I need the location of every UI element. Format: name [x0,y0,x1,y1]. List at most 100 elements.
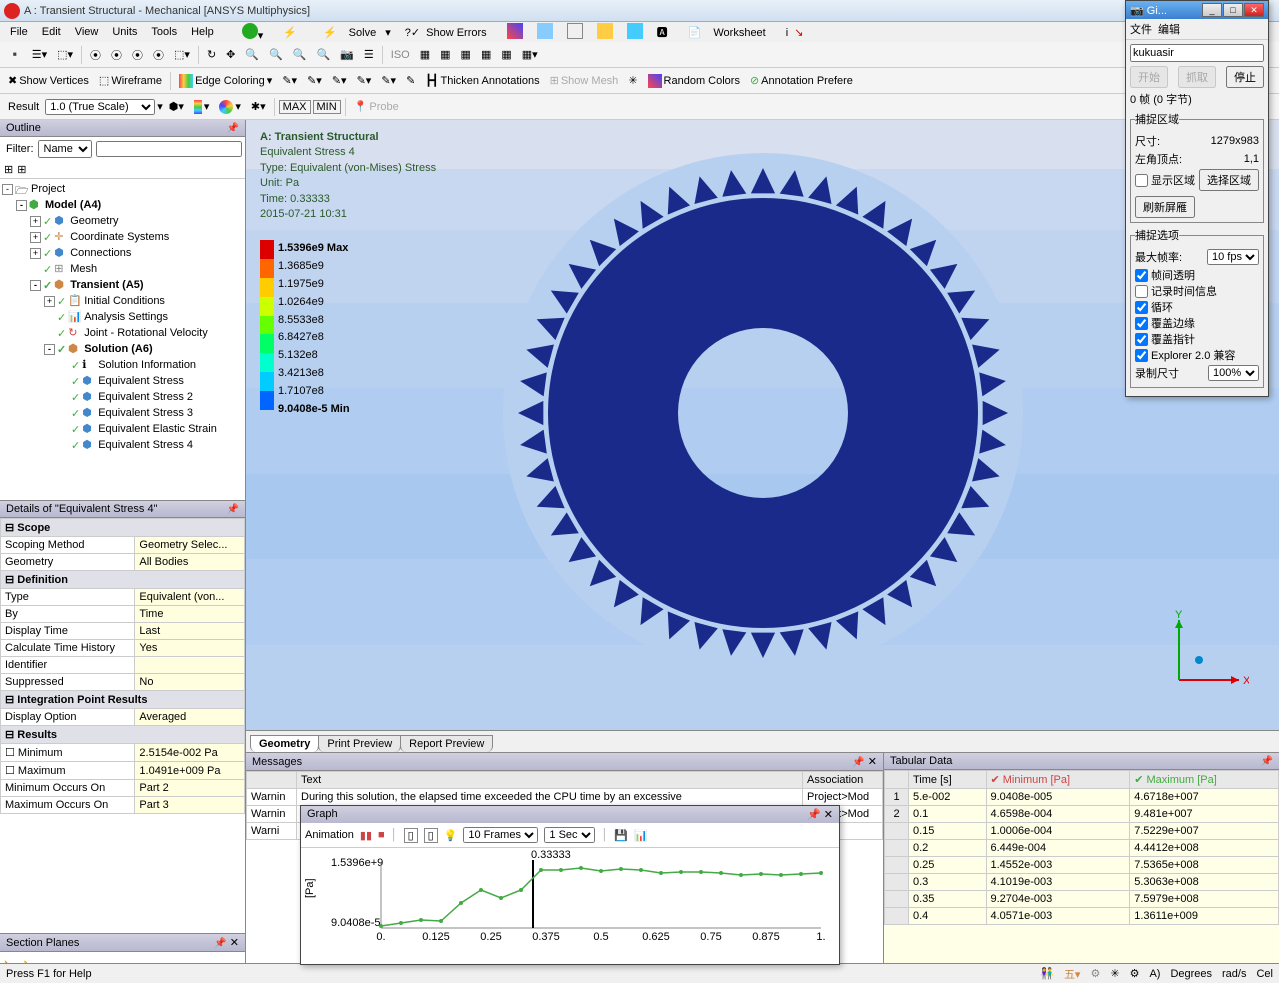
bulb-icon[interactable]: 💡 [444,829,458,842]
sel-body[interactable]: ⦿ [149,45,168,65]
sel-region-button[interactable]: 选择区域 [1199,169,1259,191]
tb-icon-5[interactable] [621,21,649,44]
ec3[interactable]: ✎▾ [328,72,351,89]
zoom[interactable]: 🔍 [241,46,263,63]
outline-tree[interactable]: -🗁Project -⬢Model (A4) +✓⬢Geometry +✓✛Co… [0,179,245,500]
tree-btn-2[interactable]: ⊞ [17,163,26,176]
iso-view[interactable]: ISO [387,47,414,63]
chart-btn[interactable]: 📊 [634,829,648,842]
show-errors-button[interactable]: ?✓Show Errors [399,24,499,41]
ec5[interactable]: ✎▾ [377,72,400,89]
ec4[interactable]: ✎▾ [353,72,376,89]
zoom-fit[interactable]: 🔍 [289,46,311,63]
frames-select[interactable]: 10 Frames [463,827,538,843]
bolt-button[interactable]: ⚡ [271,24,309,41]
close-icon[interactable]: ✕ [868,756,877,768]
filter-select[interactable]: Name [38,140,92,158]
menu-edit[interactable]: Edit [36,24,67,40]
random-colors[interactable]: Random Colors [644,72,744,90]
tb-icon-2[interactable] [531,21,559,44]
ptr-check[interactable] [1135,333,1148,346]
info-button[interactable]: i↘ [780,24,816,41]
iso-7[interactable]: ▦▾ [518,46,542,63]
close-button[interactable]: ✕ [1244,3,1264,17]
edges-dd[interactable]: ▾ [215,98,245,116]
close-icon[interactable]: ✕ [230,937,239,949]
sel-1[interactable]: ▪️ [4,46,26,63]
iso-3[interactable]: ▦ [436,46,454,63]
rectime-check[interactable] [1135,285,1148,298]
capture-window[interactable]: 📷 Gi... _ □ ✕ 文件 编辑 开始 抓取 停止 0 帧 (0 字节) … [1125,0,1269,397]
stop-button[interactable]: ■ [378,829,385,841]
iso-6[interactable]: ▦ [497,46,515,63]
tab-print[interactable]: Print Preview [318,735,401,752]
start-button[interactable]: 开始 [1130,66,1168,88]
min-label[interactable]: MIN [313,100,341,114]
pin-icon[interactable]: 📌 [852,757,864,768]
pct-select[interactable]: 100% [1208,365,1259,381]
edge-check[interactable] [1135,317,1148,330]
graph-window[interactable]: Graph📌 ✕ Animation ▮▮ ■ │ ▯ ▯ 💡 10 Frame… [300,805,840,965]
explorer-check[interactable] [1135,349,1148,362]
vec-dd[interactable]: ✱▾ [247,98,270,115]
tab-geometry[interactable]: Geometry [250,735,319,752]
fps-select[interactable]: 10 fps [1207,249,1259,265]
tabular-table[interactable]: Time [s]✔ Minimum [Pa]✔ Maximum [Pa] 15.… [884,770,1279,980]
annot-pref[interactable]: ⊘Annotation Prefere [746,72,857,89]
sel-box[interactable]: ⬚▾ [170,46,194,63]
pin-icon[interactable]: 📌 [227,123,239,134]
show-region-check[interactable] [1135,174,1148,187]
sel-3[interactable]: ⬚▾ [53,46,77,63]
min-button[interactable]: _ [1202,3,1222,17]
pin-icon[interactable]: 📌 [1261,756,1273,767]
float-menu-edit[interactable]: 编辑 [1158,21,1180,37]
tb-icon-4[interactable] [591,21,619,44]
prev-view[interactable]: ☰ [360,46,378,63]
sel-2[interactable]: ☰▾ [28,46,51,63]
float-menu-file[interactable]: 文件 [1130,21,1152,37]
tb-icon-6[interactable]: 🅰 [651,22,674,42]
export-btn[interactable]: 💾 [614,829,628,842]
contour-dd[interactable]: ▾ [190,98,214,116]
rc-icon[interactable]: ✳ [624,72,641,89]
tb-icon-1[interactable] [501,21,529,44]
iso-2[interactable]: ▦ [416,46,434,63]
solve-button[interactable]: ⚡Solve ▾ [311,24,397,41]
geom-dd[interactable]: ⬢▾ [165,98,188,115]
loop-check[interactable] [1135,301,1148,314]
stop-capture-button[interactable]: 停止 [1226,66,1264,88]
sec-select[interactable]: 1 Sec [544,827,595,843]
frame-btn-2[interactable]: ▯ [424,828,438,843]
menu-tools[interactable]: Tools [145,24,183,40]
edge-coloring[interactable]: Edge Coloring ▾ [175,72,276,90]
name-input[interactable] [1130,44,1264,62]
thicken[interactable]: ┣┫Thicken Annotations [421,72,543,89]
zoom-in[interactable]: 🔍 [312,46,334,63]
menu-units[interactable]: Units [106,24,143,40]
transp-check[interactable] [1135,269,1148,282]
pause-button[interactable]: ▮▮ [360,829,372,842]
go-button[interactable]: ▾ [236,21,270,44]
pin-icon[interactable]: 📌 [214,938,226,949]
refresh-button[interactable]: 刷新屏雁 [1135,196,1195,218]
show-vertices[interactable]: ✖Show Vertices [4,72,93,89]
worksheet-button[interactable]: 📄Worksheet [676,24,778,41]
frame-btn-1[interactable]: ▯ [404,828,418,843]
rotate[interactable]: ↻ [203,46,220,63]
menu-help[interactable]: Help [185,24,220,40]
iso-4[interactable]: ▦ [457,46,475,63]
scale-select[interactable]: 1.0 (True Scale) [45,99,155,115]
wireframe[interactable]: ⬚Wireframe [95,72,166,89]
iso-5[interactable]: ▦ [477,46,495,63]
show-mesh[interactable]: ⊞Show Mesh [546,72,623,89]
filter-input[interactable] [96,141,242,157]
ec1[interactable]: ✎▾ [278,72,301,89]
pan[interactable]: ✥ [222,46,239,63]
grab-button[interactable]: 抓取 [1178,66,1216,88]
ec2[interactable]: ✎▾ [303,72,326,89]
sel-edge[interactable]: ⦿ [107,45,126,65]
zoom-box[interactable]: 🔍 [265,46,287,63]
menu-view[interactable]: View [69,24,105,40]
menu-file[interactable]: File [4,24,34,40]
max-label[interactable]: MAX [279,100,311,114]
